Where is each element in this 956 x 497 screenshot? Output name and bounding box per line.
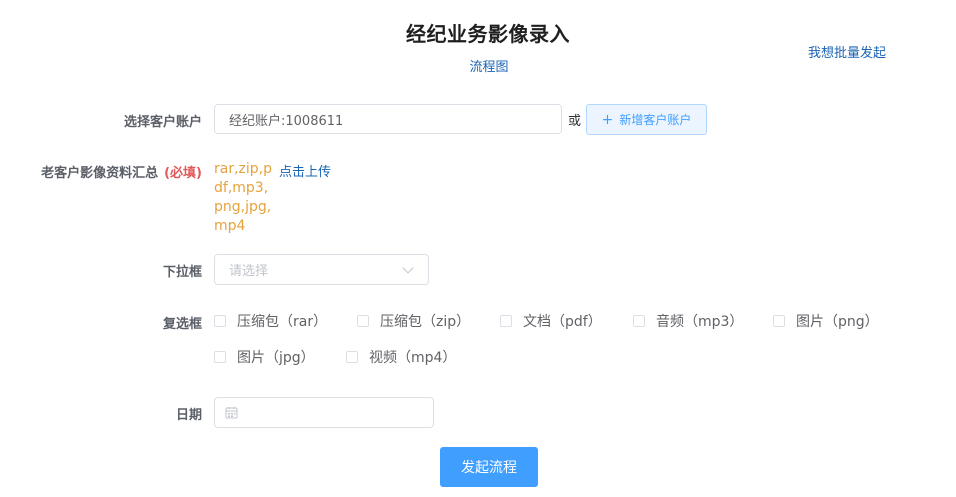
checkbox-png-label: 图片（png）: [796, 314, 879, 330]
chevron-down-icon: [402, 261, 414, 274]
checkbox-pdf-label: 文档（pdf）: [523, 314, 602, 330]
checkbox-jpg-label: 图片（jpg）: [237, 350, 315, 366]
add-account-button[interactable]: + 新增客户账户: [586, 104, 707, 135]
submit-process-button[interactable]: 发起流程: [440, 447, 538, 487]
upload-link[interactable]: 点击上传: [279, 161, 331, 180]
account-label: 选择客户账户: [123, 115, 202, 130]
checkbox-png[interactable]: 图片（png）: [773, 311, 879, 331]
or-text: 或: [568, 114, 582, 129]
checkbox-mp3-label: 音频（mp3）: [656, 314, 744, 330]
file-types-text: rar,zip,pdf,mp3,png,jpg,mp4: [214, 161, 273, 234]
plus-icon: +: [601, 111, 614, 128]
add-account-label: 新增客户账户: [619, 113, 692, 127]
checkbox-rar-label: 压缩包（rar）: [237, 314, 328, 330]
checkbox-box[interactable]: [214, 351, 226, 363]
checkbox-pdf[interactable]: 文档（pdf）: [500, 311, 602, 331]
upload-label-text: 老客户影像资料汇总: [41, 166, 159, 181]
checkbox-zip[interactable]: 压缩包（zip）: [357, 311, 470, 331]
upload-label: 老客户影像资料汇总 (必填): [41, 162, 202, 181]
checkbox-rar[interactable]: 压缩包（rar）: [214, 311, 327, 331]
checkbox-mp3[interactable]: 音频（mp3）: [633, 311, 743, 331]
date-label: 日期: [175, 408, 202, 423]
checkbox-jpg[interactable]: 图片（jpg）: [214, 347, 315, 367]
required-marker: (必填): [164, 166, 202, 181]
checkbox-box[interactable]: [357, 315, 369, 327]
checkbox-box[interactable]: [346, 351, 358, 363]
checkbox-mp4[interactable]: 视频（mp4）: [346, 347, 456, 367]
checkbox-box[interactable]: [500, 315, 512, 327]
checkbox-label: 复选框: [162, 317, 202, 332]
date-picker-input[interactable]: [214, 397, 434, 428]
checkbox-zip-label: 压缩包（zip）: [380, 314, 471, 330]
dropdown-placeholder: 请选择: [229, 264, 269, 279]
calendar-icon: [225, 407, 238, 419]
checkbox-box[interactable]: [773, 315, 785, 327]
dropdown-label: 下拉框: [162, 265, 202, 280]
checkbox-box[interactable]: [633, 315, 645, 327]
batch-launch-link[interactable]: 我想批量发起: [808, 42, 886, 61]
dropdown-select[interactable]: 请选择: [214, 254, 429, 285]
checkbox-box[interactable]: [214, 315, 226, 327]
account-input[interactable]: [214, 104, 562, 134]
checkbox-mp4-label: 视频（mp4）: [369, 350, 457, 366]
